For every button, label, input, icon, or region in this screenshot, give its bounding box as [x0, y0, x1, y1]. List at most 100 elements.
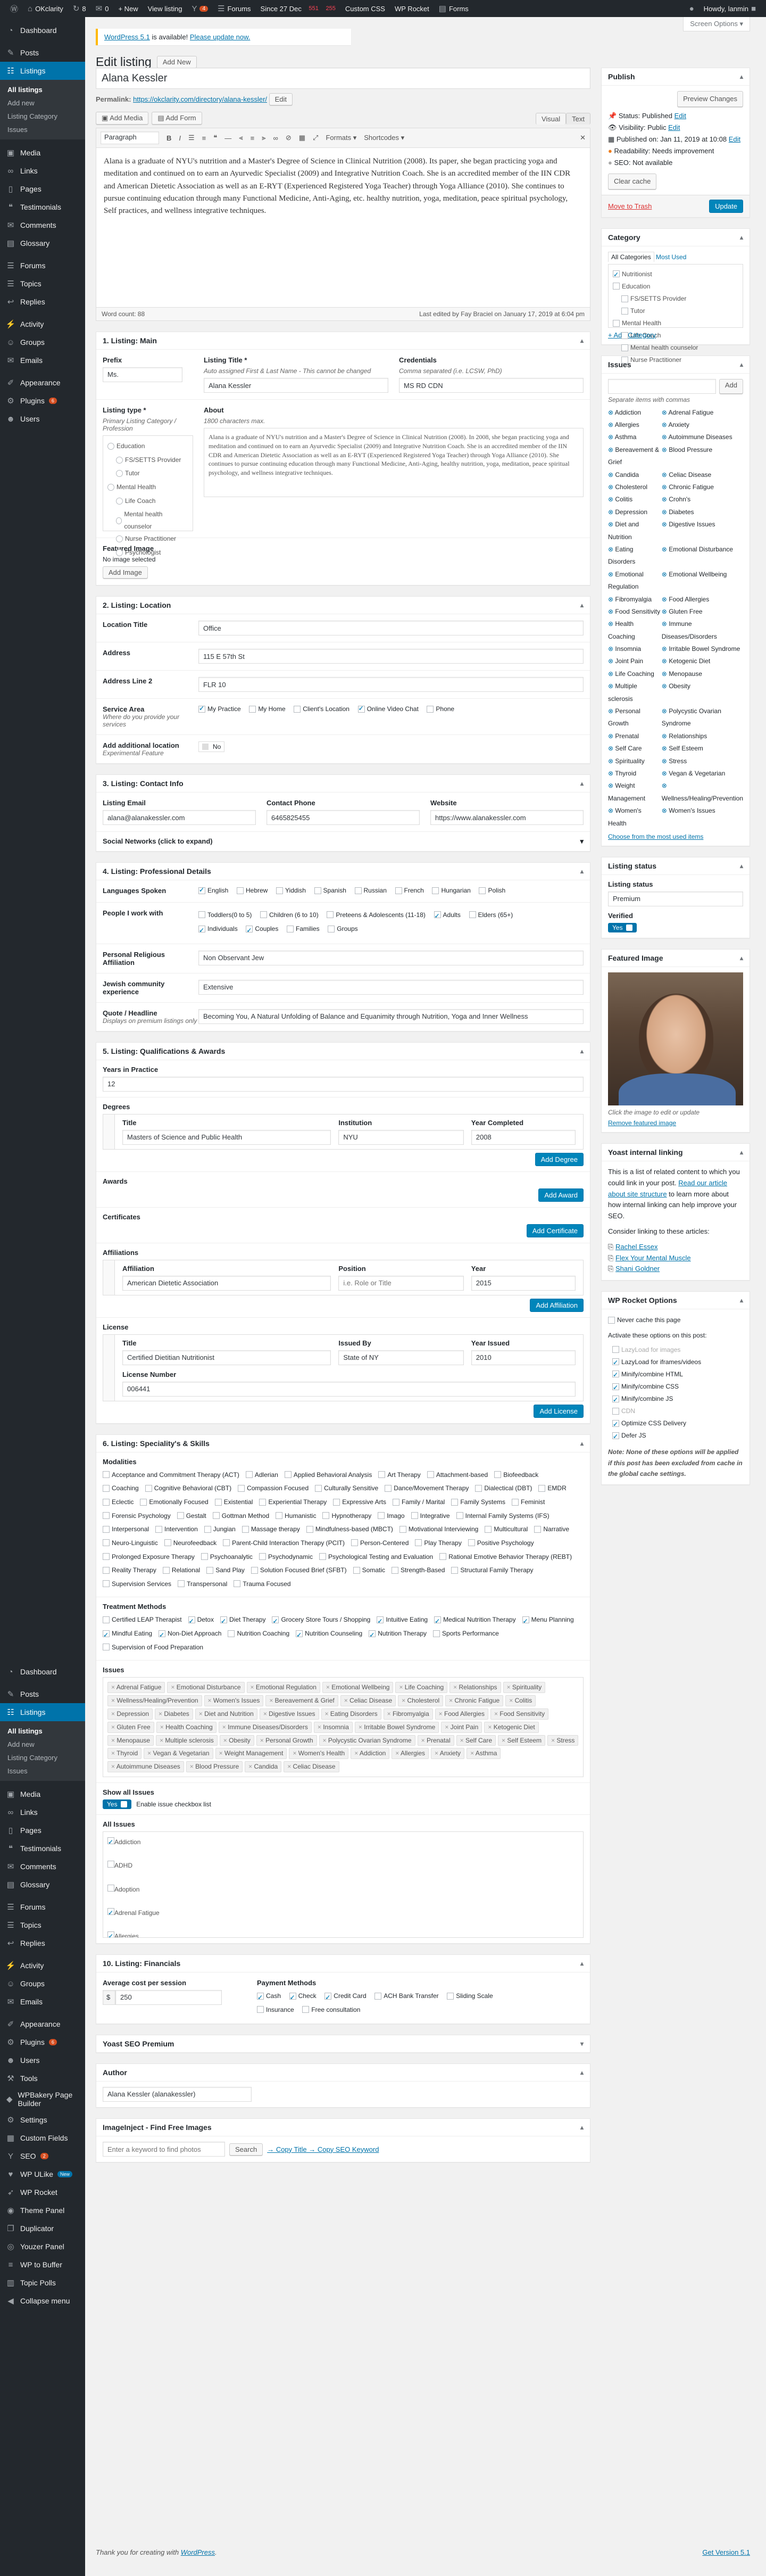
- toggle-icon[interactable]: ▴: [740, 1149, 743, 1156]
- format-select[interactable]: Paragraph: [101, 131, 159, 144]
- publish-header[interactable]: Publish ▴: [602, 68, 750, 86]
- remove-issue-icon[interactable]: ⊗: [608, 657, 615, 665]
- toggle-icon[interactable]: ▴: [580, 780, 584, 787]
- issue-item-41[interactable]: ⊗ Self Esteem: [662, 742, 743, 755]
- issue-item-12[interactable]: ⊗ Colitis: [608, 493, 662, 506]
- type-radio-mh-counselor[interactable]: Mental health counselor: [116, 508, 182, 533]
- treatment-7[interactable]: Mindful Eating: [103, 1628, 152, 1641]
- menu-posts[interactable]: ✎ Posts: [0, 44, 85, 62]
- modality-30[interactable]: Intervention: [155, 1523, 198, 1535]
- area-phone[interactable]: Phone: [427, 705, 454, 713]
- issue-item-8[interactable]: ⊗ Candida: [608, 469, 662, 481]
- issue-item-28[interactable]: ⊗ Insomnia: [608, 643, 662, 655]
- degree-institution-input[interactable]: [338, 1129, 464, 1145]
- modality-27[interactable]: Integrative: [411, 1510, 450, 1522]
- yoast-internal-linking-header[interactable]: Yoast internal linking ▴: [602, 1144, 750, 1161]
- issue-tag-23[interactable]: Health Coaching: [156, 1721, 217, 1733]
- issue-item-40[interactable]: ⊗ Self Care: [608, 742, 662, 755]
- issue-item-48[interactable]: ⊗ Women's Health: [608, 805, 662, 830]
- since-link[interactable]: Since 27 Dec 551 255: [256, 0, 340, 17]
- jewish-experience-select[interactable]: Extensive: [198, 979, 584, 995]
- issue-item-14[interactable]: ⊗ Depression: [608, 506, 662, 518]
- issue-tag-16[interactable]: Diet and Nutrition: [195, 1708, 257, 1720]
- issue-tag-25[interactable]: Insomnia: [313, 1721, 353, 1733]
- toggle-icon[interactable]: ▴: [740, 862, 743, 870]
- affiliation-position-input[interactable]: [338, 1275, 464, 1291]
- add-media-button[interactable]: ▣ Add Media: [96, 112, 149, 125]
- wp-version-link[interactable]: WordPress 5.1: [104, 33, 150, 41]
- listing-status-select[interactable]: Premium: [608, 891, 743, 906]
- modality-8[interactable]: Compassion Focused: [238, 1482, 309, 1494]
- menu-replies-2[interactable]: ↩ Replies: [0, 1934, 85, 1952]
- issue-tag-14[interactable]: Depression: [107, 1708, 153, 1720]
- new-content-link[interactable]: + New: [113, 0, 143, 17]
- modality-14[interactable]: Emotionally Focused: [140, 1496, 209, 1508]
- issue-item-13[interactable]: ⊗ Crohn's: [662, 493, 743, 506]
- all-issue-0[interactable]: Addiction: [107, 1836, 572, 1848]
- additional-location-toggle[interactable]: No: [198, 741, 225, 752]
- issue-item-33[interactable]: ⊗ Menopause: [662, 668, 743, 680]
- issue-tag-41[interactable]: Women's Health: [289, 1748, 349, 1760]
- cat-mh-counselor[interactable]: Mental health counselor: [621, 342, 698, 353]
- issue-tag-17[interactable]: Digestive Issues: [259, 1708, 319, 1720]
- issue-tag-27[interactable]: Joint Pain: [441, 1721, 482, 1733]
- menu-forums-2[interactable]: ☰ Forums: [0, 1898, 85, 1916]
- remove-issue-icon[interactable]: ⊗: [608, 745, 615, 752]
- remove-issue-icon[interactable]: ⊗: [608, 409, 615, 416]
- issues-tag-field[interactable]: Adrenal FatigueEmotional DisturbanceEmot…: [103, 1677, 584, 1777]
- menu-links-2[interactable]: ∞ Links: [0, 1803, 85, 1821]
- modality-5[interactable]: Biofeedback: [494, 1469, 538, 1481]
- rocket-opt-minify-css[interactable]: Minify/combine CSS: [612, 1381, 679, 1393]
- remove-issue-icon[interactable]: ⊗: [662, 596, 669, 603]
- issue-tag-37[interactable]: Stress: [547, 1735, 579, 1746]
- issue-tag-11[interactable]: Cholesterol: [398, 1695, 444, 1706]
- issue-item-0[interactable]: ⊗ Addiction: [608, 407, 662, 419]
- pay-free-consultation[interactable]: Free consultation: [302, 2004, 360, 2016]
- modality-32[interactable]: Massage therapy: [242, 1523, 300, 1535]
- issue-item-9[interactable]: ⊗ Celiac Disease: [662, 469, 743, 481]
- align-left-icon[interactable]: ⫷: [239, 134, 243, 142]
- modality-52[interactable]: Somatic: [353, 1564, 385, 1576]
- modality-1[interactable]: Adlerian: [245, 1469, 278, 1481]
- menu-groups-2[interactable]: ☺ Groups: [0, 1975, 85, 1993]
- add-affiliation-button[interactable]: Add Affiliation: [530, 1298, 584, 1312]
- menu-pages[interactable]: ▯ Pages: [0, 180, 85, 198]
- issue-tag-21[interactable]: Food Sensitivity: [490, 1708, 549, 1720]
- remove-issue-icon[interactable]: ⊗: [662, 807, 669, 814]
- align-right-icon[interactable]: ⫸: [262, 134, 265, 142]
- add-certificate-button[interactable]: Add Certificate: [526, 1224, 584, 1237]
- cat-mental-health[interactable]: Mental Health: [613, 318, 661, 328]
- affiliation-year-input[interactable]: [471, 1275, 576, 1291]
- issue-tag-12[interactable]: Chronic Fatigue: [445, 1695, 504, 1706]
- modality-29[interactable]: Interpersonal: [103, 1523, 149, 1535]
- menu-plugins[interactable]: ⚙ Plugins 6: [0, 392, 85, 410]
- people-elders[interactable]: Elders (65+): [469, 909, 513, 921]
- featured-image-photo[interactable]: [608, 972, 743, 1105]
- menu-custom-fields[interactable]: ▦ Custom Fields: [0, 2129, 85, 2147]
- toggle-icon[interactable]: ▴: [580, 601, 584, 609]
- listing-skills-header[interactable]: 6. Listing: Speciality's & Skills ▴: [96, 1435, 590, 1452]
- issue-tag-42[interactable]: Addiction: [351, 1748, 390, 1760]
- menu-topics[interactable]: ☰ Topics: [0, 275, 85, 293]
- modality-9[interactable]: Culturally Sensitive: [315, 1482, 378, 1494]
- treatment-2[interactable]: Diet Therapy: [220, 1614, 265, 1627]
- tab-text[interactable]: Text: [566, 113, 590, 125]
- people-children[interactable]: Children (6 to 10): [260, 909, 319, 921]
- address-input[interactable]: [198, 649, 584, 664]
- remove-issue-icon[interactable]: ⊗: [608, 782, 615, 789]
- modality-49[interactable]: Relational: [162, 1564, 200, 1576]
- remove-issue-icon[interactable]: ⊗: [662, 433, 669, 441]
- treatment-6[interactable]: Menu Planning: [522, 1614, 574, 1627]
- modality-3[interactable]: Art Therapy: [378, 1469, 421, 1481]
- listing-location-header[interactable]: 2. Listing: Location ▴: [96, 597, 590, 614]
- listing-contact-header[interactable]: 3. Listing: Contact Info ▴: [96, 775, 590, 792]
- menu-settings[interactable]: ⚙ Settings: [0, 2111, 85, 2129]
- issues-add-input[interactable]: [608, 378, 716, 394]
- issue-item-45[interactable]: ⊗ Vegan & Vegetarian: [662, 767, 743, 780]
- modality-40[interactable]: Person-Centered: [351, 1537, 409, 1549]
- area-my-practice[interactable]: My Practice: [198, 705, 241, 713]
- modality-54[interactable]: Structural Family Therapy: [451, 1564, 534, 1576]
- copy-icon[interactable]: ⎘: [608, 1254, 615, 1262]
- issue-item-21[interactable]: ⊗ Emotional Wellbeing: [662, 568, 743, 593]
- toggle-icon[interactable]: ▴: [740, 234, 743, 241]
